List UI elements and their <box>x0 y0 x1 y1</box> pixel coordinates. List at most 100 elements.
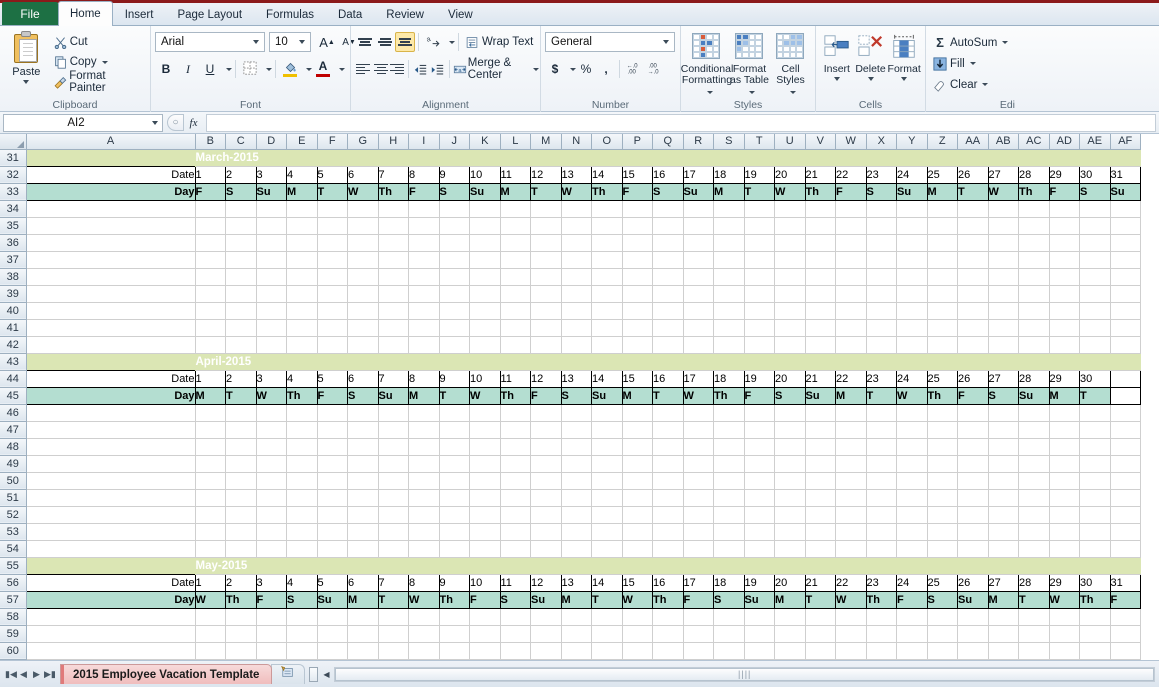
cell-aa40[interactable] <box>957 302 989 320</box>
cell-z60[interactable] <box>927 642 958 660</box>
wrap-text-button[interactable]: Wrap Text <box>462 32 533 53</box>
cell-n38[interactable] <box>561 268 592 286</box>
cell-ad42[interactable] <box>1049 336 1080 354</box>
cell-g51[interactable] <box>347 489 379 507</box>
cell-ac38[interactable] <box>1018 268 1050 286</box>
cell-j54[interactable] <box>439 540 470 558</box>
cell-z57[interactable]: S <box>926 590 958 609</box>
cell-l32[interactable]: 11 <box>499 165 531 184</box>
cell-e46[interactable] <box>286 404 318 422</box>
cell-m38[interactable] <box>530 268 562 286</box>
cell-q59[interactable] <box>652 625 684 643</box>
cell-ae42[interactable] <box>1079 336 1111 354</box>
cell-af47[interactable] <box>1110 421 1141 439</box>
cell-x56[interactable]: 23 <box>865 573 897 592</box>
cell-o45[interactable]: Su <box>591 386 623 405</box>
column-header-j[interactable]: J <box>439 134 470 150</box>
cell-h54[interactable] <box>378 540 409 558</box>
column-header-r[interactable]: R <box>683 134 714 150</box>
cell-o56[interactable]: 14 <box>591 573 623 592</box>
chevron-down-icon[interactable] <box>101 60 108 64</box>
cell-q52[interactable] <box>652 506 684 524</box>
cell-o33[interactable]: Th <box>591 182 623 201</box>
borders-button[interactable] <box>239 59 261 80</box>
tab-file[interactable]: File <box>2 2 58 25</box>
cell-p61[interactable] <box>622 659 653 660</box>
cut-button[interactable]: Cut <box>49 32 146 52</box>
cell-ab46[interactable] <box>988 404 1019 422</box>
cell-y53[interactable] <box>896 523 928 541</box>
cell-c39[interactable] <box>225 285 257 303</box>
cell-ab41[interactable] <box>988 319 1019 337</box>
column-header-af[interactable]: AF <box>1110 134 1141 150</box>
cell-ab45[interactable]: S <box>987 386 1019 405</box>
cell-aa57[interactable]: Su <box>957 590 989 609</box>
cell-v59[interactable] <box>805 625 836 643</box>
cell-w42[interactable] <box>835 336 867 354</box>
copy-button[interactable]: Copy <box>49 52 146 72</box>
cell-q57[interactable]: Th <box>652 590 684 609</box>
cell-j59[interactable] <box>439 625 470 643</box>
cell-q36[interactable] <box>652 234 684 252</box>
row-header-56[interactable]: 56 <box>0 574 27 592</box>
cell-m53[interactable] <box>530 523 562 541</box>
cell-j35[interactable] <box>439 217 470 235</box>
cell-af41[interactable] <box>1110 319 1141 337</box>
column-header-aa[interactable]: AA <box>957 134 989 150</box>
cell-af59[interactable] <box>1110 625 1141 643</box>
cell-x51[interactable] <box>866 489 897 507</box>
cell-aa61[interactable] <box>957 659 989 660</box>
cell-s51[interactable] <box>713 489 745 507</box>
cell-w54[interactable] <box>835 540 867 558</box>
cell-u49[interactable] <box>774 455 806 473</box>
cell-d45[interactable]: W <box>255 386 287 405</box>
cell-p47[interactable] <box>622 421 653 439</box>
cell-q32[interactable]: 16 <box>652 165 684 184</box>
cell-t48[interactable] <box>744 438 775 456</box>
cell-af44[interactable] <box>1109 369 1141 388</box>
cell-h51[interactable] <box>378 489 409 507</box>
first-sheet-icon[interactable]: ▮◀ <box>5 669 17 680</box>
horizontal-scrollbar-thumb[interactable]: |||| <box>335 667 1154 681</box>
cell-af57[interactable]: F <box>1109 590 1141 609</box>
row-header-49[interactable]: 49 <box>0 455 27 473</box>
cell-i47[interactable] <box>408 421 440 439</box>
cell-e51[interactable] <box>286 489 318 507</box>
cell-ac61[interactable] <box>1018 659 1050 660</box>
cell-c53[interactable] <box>225 523 257 541</box>
cell-a54[interactable] <box>26 540 196 558</box>
cell-l44[interactable]: 11 <box>499 369 531 388</box>
cell-p45[interactable]: M <box>621 386 653 405</box>
cell-s37[interactable] <box>713 251 745 269</box>
cell-j58[interactable] <box>439 608 470 626</box>
row-header-58[interactable]: 58 <box>0 608 27 626</box>
number-format-combo[interactable]: General <box>545 32 675 52</box>
cell-ab33[interactable]: W <box>987 182 1019 201</box>
cell-a46[interactable] <box>26 404 196 422</box>
cell-r48[interactable] <box>683 438 714 456</box>
cell-j41[interactable] <box>439 319 470 337</box>
cell-x42[interactable] <box>866 336 897 354</box>
cell-m34[interactable] <box>530 200 562 218</box>
cell-ac33[interactable]: Th <box>1018 182 1050 201</box>
cell-i42[interactable] <box>408 336 440 354</box>
cell-s59[interactable] <box>713 625 745 643</box>
cell-m61[interactable] <box>530 659 562 660</box>
cell-u42[interactable] <box>774 336 806 354</box>
cell-ab42[interactable] <box>988 336 1019 354</box>
cell-z33[interactable]: M <box>926 182 958 201</box>
cell-h61[interactable] <box>378 659 409 660</box>
cell-q54[interactable] <box>652 540 684 558</box>
cell-l53[interactable] <box>500 523 531 541</box>
cell-y57[interactable]: F <box>896 590 928 609</box>
column-header-p[interactable]: P <box>622 134 653 150</box>
cell-i38[interactable] <box>408 268 440 286</box>
cell-ac39[interactable] <box>1018 285 1050 303</box>
cell-o59[interactable] <box>591 625 623 643</box>
cell-y56[interactable]: 24 <box>896 573 928 592</box>
column-header-k[interactable]: K <box>469 134 501 150</box>
cell-z40[interactable] <box>927 302 958 320</box>
cell-p51[interactable] <box>622 489 653 507</box>
cell-g59[interactable] <box>347 625 379 643</box>
grow-font-button[interactable]: A ▲ <box>316 32 338 53</box>
